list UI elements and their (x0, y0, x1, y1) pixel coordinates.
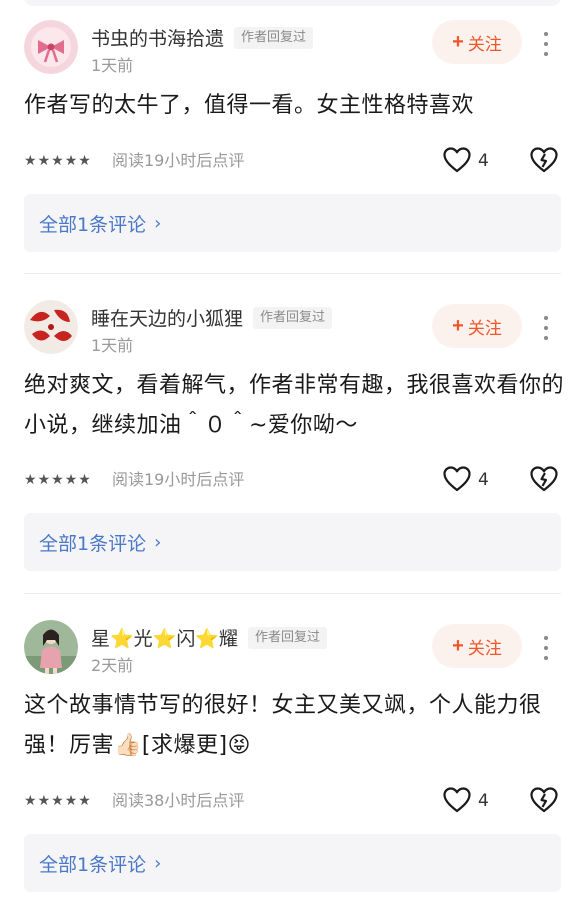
star-icon: ★ (37, 153, 51, 169)
more-options-icon[interactable] (536, 636, 556, 660)
all-comments-label: 全部1条评论 (39, 213, 147, 236)
follow-label: 关注 (467, 34, 502, 54)
username-text: 睡在天边的小狐狸 (91, 308, 244, 330)
timestamp: 2天前 (91, 656, 134, 675)
star-icon: ★ (51, 153, 64, 169)
more-options-icon[interactable] (536, 316, 556, 340)
username-text: 星⭐光⭐闪⭐耀 (91, 628, 238, 650)
chevron-right-icon: › (154, 852, 162, 874)
comment-text: 作者写的太牛了，值得一看。女主性格特喜欢 (24, 93, 475, 118)
star-icon: ★ (64, 472, 78, 488)
username[interactable]: 书虫的书海拾遗 作者回复过 (91, 24, 314, 51)
author-replied-badge: 作者回复过 (253, 306, 333, 329)
comment-meta-row: ★ ★ ★ ★ ★ 阅读19小时后点评 4 (24, 147, 564, 175)
like-count: 4 (478, 470, 489, 490)
all-comments-label: 全部1条评论 (39, 853, 147, 876)
avatar[interactable] (24, 620, 78, 674)
follow-label: 关注 (467, 638, 502, 658)
timestamp: 1天前 (91, 56, 134, 75)
follow-button[interactable]: + 关注 (432, 624, 522, 668)
dislike-icon[interactable] (529, 145, 559, 175)
read-note: 阅读38小时后点评 (112, 791, 245, 810)
star-icon: ★ (51, 793, 64, 809)
avatar[interactable] (24, 20, 78, 74)
comment-meta-row: ★ ★ ★ ★ ★ 阅读38小时后点评 4 (24, 787, 564, 815)
comment-meta-row: ★ ★ ★ ★ ★ 阅读19小时后点评 4 (24, 466, 564, 494)
divider (24, 593, 561, 594)
follow-button[interactable]: + 关注 (432, 20, 522, 64)
avatar[interactable] (24, 300, 78, 354)
username-text: 书虫的书海拾遗 (91, 28, 225, 50)
dislike-icon[interactable] (529, 785, 559, 815)
star-icon: ★ (78, 153, 91, 169)
previous-card-bottom (24, 0, 561, 6)
plus-icon: + (452, 634, 464, 657)
plus-icon: + (452, 30, 464, 53)
like-count: 4 (478, 151, 489, 171)
comment-card: 星⭐光⭐闪⭐耀 作者回复过 2天前 + 关注 这个故事情节写的很好！女主又美又飒… (0, 620, 585, 895)
comment-card: 书虫的书海拾遗 作者回复过 1天前 + 关注 作者写的太牛了，值得一看。女主性格… (0, 20, 585, 270)
follow-label: 关注 (467, 318, 502, 338)
username[interactable]: 睡在天边的小狐狸 作者回复过 (91, 304, 333, 331)
dislike-icon[interactable] (529, 464, 559, 494)
star-icon: ★ (64, 793, 78, 809)
like-icon[interactable] (442, 785, 472, 815)
rating-stars: ★ ★ ★ ★ ★ (24, 466, 91, 494)
star-icon: ★ (64, 153, 78, 169)
star-icon: ★ (78, 472, 91, 488)
rating-stars: ★ ★ ★ ★ ★ (24, 147, 91, 175)
star-icon: ★ (78, 793, 91, 809)
timestamp: 1天前 (91, 336, 134, 355)
like-icon[interactable] (442, 145, 472, 175)
like-count: 4 (478, 791, 489, 811)
comment-text: 绝对爽文，看着解气，作者非常有趣，我很喜欢看你的小说，继续加油＾０＾~爱你呦～ (24, 373, 565, 438)
all-comments-label: 全部1条评论 (39, 532, 147, 555)
star-icon: ★ (24, 472, 37, 488)
follow-button[interactable]: + 关注 (432, 304, 522, 348)
all-comments-button[interactable]: 全部1条评论 › (24, 513, 561, 571)
chevron-right-icon: › (154, 531, 162, 553)
plus-icon: + (452, 314, 464, 337)
star-icon: ★ (24, 153, 37, 169)
all-comments-button[interactable]: 全部1条评论 › (24, 194, 561, 252)
star-icon: ★ (24, 793, 37, 809)
star-icon: ★ (51, 472, 64, 488)
read-note: 阅读19小时后点评 (112, 470, 245, 489)
more-options-icon[interactable] (536, 32, 556, 56)
divider (24, 273, 561, 274)
read-note: 阅读19小时后点评 (112, 151, 245, 170)
star-icon: ★ (37, 793, 51, 809)
comment-card: 睡在天边的小狐狸 作者回复过 1天前 + 关注 绝对爽文，看着解气，作者非常有趣… (0, 300, 585, 580)
author-replied-badge: 作者回复过 (234, 26, 314, 49)
rating-stars: ★ ★ ★ ★ ★ (24, 787, 91, 815)
author-replied-badge: 作者回复过 (247, 626, 327, 649)
all-comments-button[interactable]: 全部1条评论 › (24, 834, 561, 892)
comment-text: 这个故事情节写的很好！女主又美又飒，个人能力很强！厉害👍🏻[求爆更]😝 (24, 693, 542, 758)
star-icon: ★ (37, 472, 51, 488)
chevron-right-icon: › (154, 212, 162, 234)
username[interactable]: 星⭐光⭐闪⭐耀 作者回复过 (91, 624, 327, 651)
like-icon[interactable] (442, 464, 472, 494)
